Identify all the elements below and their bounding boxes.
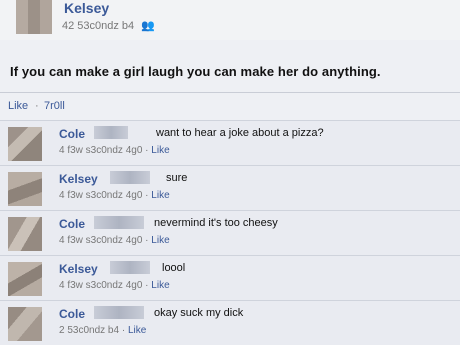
comment: Cole want to hear a joke about a pizza? … [0, 120, 460, 165]
comment: Cole nevermind it's too cheesy 4 f3w s3c… [0, 210, 460, 255]
comment-author[interactable]: Cole [59, 217, 85, 231]
comment-time[interactable]: 4 f3w s3c0ndz 4g0 [59, 235, 142, 246]
comment-text: nevermind it's too cheesy [154, 217, 278, 229]
redacted-surname [110, 261, 150, 274]
post-author-name[interactable]: Kelsey [64, 0, 109, 16]
comment-time[interactable]: 4 f3w s3c0ndz 4g0 [59, 280, 142, 291]
comment-time[interactable]: 4 f3w s3c0ndz 4g0 [59, 145, 142, 156]
comment-like-link[interactable]: Like [151, 235, 169, 246]
separator: · [145, 145, 149, 156]
separator: · [145, 235, 149, 246]
redacted-surname [110, 171, 150, 184]
separator: · [145, 280, 149, 291]
comment: Kelsey sure 4 f3w s3c0ndz 4g0 · Like [0, 165, 460, 210]
comment-author[interactable]: Kelsey [59, 262, 98, 276]
post-meta: 42 53c0ndz b4 👥 [62, 19, 155, 32]
comment-like-link[interactable]: Like [151, 280, 169, 291]
facebook-post-screenshot: Kelsey 42 53c0ndz b4 👥 If you can make a… [0, 0, 460, 345]
separator: · [145, 190, 149, 201]
comment-meta: 4 f3w s3c0ndz 4g0 · Like [59, 235, 170, 246]
comment-meta: 4 f3w s3c0ndz 4g0 · Like [59, 280, 170, 291]
separator: · [121, 325, 126, 336]
avatar[interactable] [8, 172, 42, 206]
redacted-surname [94, 126, 128, 139]
comment-like-link[interactable]: Like [151, 145, 169, 156]
post-text: If you can make a girl laugh you can mak… [10, 64, 381, 79]
comment-text: loool [162, 262, 186, 274]
comment-text: want to hear a joke about a pizza? [156, 127, 324, 139]
like-link[interactable]: Like [8, 100, 28, 112]
redacted-surname [94, 216, 144, 229]
avatar[interactable] [8, 262, 42, 296]
redacted-surname [94, 306, 144, 319]
comment-author[interactable]: Kelsey [59, 172, 98, 186]
comment: Kelsey loool 4 f3w s3c0ndz 4g0 · Like [0, 255, 460, 300]
comment-meta: 2 53c0ndz b4 · Like [59, 325, 146, 336]
post-timestamp[interactable]: 7r0ll [44, 100, 65, 112]
post-actions: Like · 7r0ll [0, 92, 460, 117]
separator: · [35, 100, 39, 112]
comment-like-link[interactable]: Like [151, 190, 169, 201]
avatar[interactable] [16, 0, 52, 34]
comment-meta: 4 f3w s3c0ndz 4g0 · Like [59, 145, 170, 156]
comment-author[interactable]: Cole [59, 127, 85, 141]
comment: Cole okay suck my dick 2 53c0ndz b4 · Li… [0, 300, 460, 345]
post-header: Kelsey 42 53c0ndz b4 👥 [0, 0, 460, 40]
comment-like-link[interactable]: Like [128, 325, 146, 336]
avatar[interactable] [8, 127, 42, 161]
comment-time[interactable]: 4 f3w s3c0ndz 4g0 [59, 190, 142, 201]
friends-icon: 👥 [141, 20, 155, 32]
comment-text: okay suck my dick [154, 307, 244, 319]
avatar[interactable] [8, 217, 42, 251]
comment-meta: 4 f3w s3c0ndz 4g0 · Like [59, 190, 170, 201]
comment-text: sure [166, 172, 188, 184]
comment-time[interactable]: 2 53c0ndz b4 [59, 325, 119, 336]
comment-author[interactable]: Cole [59, 307, 85, 321]
avatar[interactable] [8, 307, 42, 341]
post-time[interactable]: 42 53c0ndz b4 [62, 20, 134, 32]
